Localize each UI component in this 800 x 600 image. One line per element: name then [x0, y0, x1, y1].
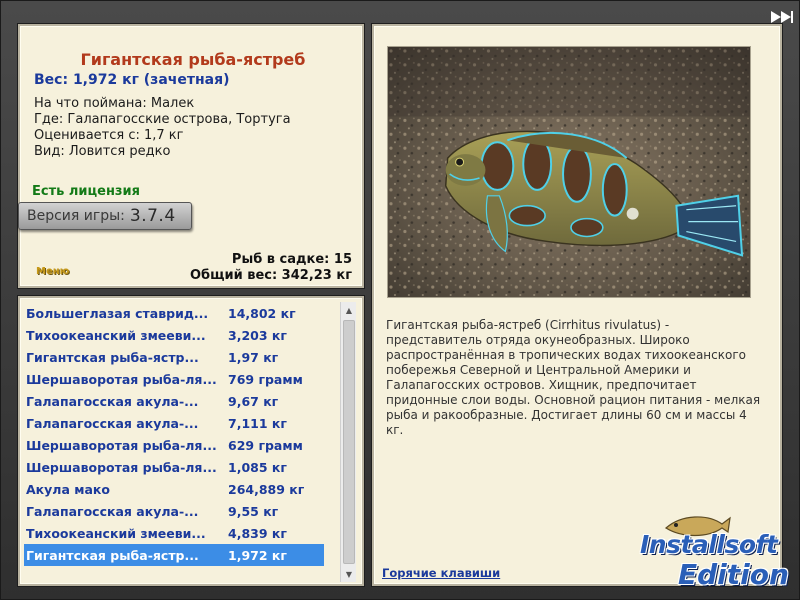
catch-row[interactable]: Большеглазая ставрид... 14,802 кг	[24, 302, 324, 324]
total-weight: Общий вес: 342,23 кг	[189, 268, 352, 283]
fish-description: Гигантская рыба-ястреб (Cirrhitus rivula…	[386, 318, 761, 437]
list-scrollbar[interactable]: ▲ ▼	[340, 302, 356, 582]
catch-row[interactable]: Акула мако 264,889 кг	[24, 478, 324, 500]
scroll-up-icon[interactable]: ▲	[341, 302, 357, 318]
fish-title: Гигантская рыба-ястреб	[80, 50, 306, 69]
fish-photo	[387, 46, 751, 298]
catch-weight: 14,802 кг	[228, 305, 296, 321]
catch-row[interactable]: Шершаворотая рыба-ля... 769 грамм	[24, 368, 324, 390]
value-line: Оценивается с: 1,7 кг	[34, 128, 184, 143]
catch-name: Шершаворотая рыба-ля...	[26, 459, 217, 475]
catch-weight: 1,97 кг	[228, 349, 279, 365]
catch-row[interactable]: Галапагосская акула-... 7,111 кг	[24, 412, 324, 434]
catch-row[interactable]: Гигантская рыба-ястр... 1,97 кг	[24, 346, 324, 368]
catch-name: Галапагосская акула-...	[26, 393, 199, 409]
catch-weight: 3,203 кг	[228, 327, 287, 343]
catch-weight: 9,67 кг	[228, 393, 279, 409]
fish-detail-panel: Гигантская рыба-ястреб (Cirrhitus rivula…	[372, 24, 782, 586]
version-number: 3.7.4	[129, 206, 176, 226]
catch-row[interactable]: Шершаворотая рыба-ля... 1,085 кг	[24, 456, 324, 478]
menu-button[interactable]: Меню	[36, 266, 69, 277]
scroll-thumb[interactable]	[343, 320, 355, 564]
rarity-line: Вид: Ловится редко	[34, 144, 171, 159]
catch-weight: 264,889 кг	[228, 481, 305, 497]
catch-row[interactable]: Шершаворотая рыба-ля... 629 грамм	[24, 434, 324, 456]
fish-weight: Вес: 1,972 кг (зачетная)	[34, 72, 230, 88]
catch-weight: 7,111 кг	[228, 415, 287, 431]
catch-info-panel: Гигантская рыба-ястреб Вес: 1,972 кг (за…	[18, 24, 364, 288]
catch-name: Шершаворотая рыба-ля...	[26, 371, 217, 387]
catch-name: Гигантская рыба-ястр...	[26, 349, 199, 365]
installsoft-logo: Installsoft Edition	[632, 510, 798, 598]
bait-line: На что поймана: Малек	[34, 96, 195, 111]
logo-text-edition: Edition	[678, 558, 789, 591]
fast-forward-icon[interactable]	[770, 10, 794, 24]
catch-name: Тихоокеанский змееви...	[26, 525, 206, 541]
logo-text-installsoft: Installsoft	[640, 530, 778, 559]
catch-list-panel: Большеглазая ставрид... 14,802 кг Тихоокеа…	[18, 296, 364, 586]
catch-weight: 9,55 кг	[228, 503, 279, 519]
catch-name: Большеглазая ставрид...	[26, 305, 209, 321]
location-line: Где: Галапагосские острова, Тортуга	[34, 112, 291, 127]
catch-weight: 629 грамм	[228, 437, 303, 453]
catch-name: Тихоокеанский змееви...	[26, 327, 206, 343]
catch-name: Галапагосская акула-...	[26, 415, 199, 431]
catch-row[interactable]: Тихоокеанский змееви... 4,839 кг	[24, 522, 324, 544]
license-status: Есть лицензия	[32, 184, 140, 199]
catch-weight: 769 грамм	[228, 371, 303, 387]
catch-row[interactable]: Галапагосская акула-... 9,55 кг	[24, 500, 324, 522]
catch-name: Галапагосская акула-...	[26, 503, 199, 519]
catch-row[interactable]: Тихоокеанский змееви... 3,203 кг	[24, 324, 324, 346]
hotkeys-link[interactable]: Горячие клавиши	[382, 566, 500, 580]
catch-name: Гигантская рыба-ястр...	[26, 547, 199, 563]
version-label: Версия игры:	[27, 208, 125, 224]
version-badge: Версия игры: 3.7.4	[18, 202, 192, 230]
scroll-down-icon[interactable]: ▼	[341, 566, 357, 582]
catch-name: Шершаворотая рыба-ля...	[26, 437, 217, 453]
catch-name: Акула мако	[26, 481, 110, 497]
catch-weight: 4,839 кг	[228, 525, 287, 541]
catch-weight: 1,972 кг	[228, 547, 287, 563]
catch-row[interactable]: Галапагосская акула-... 9,67 кг	[24, 390, 324, 412]
cage-count: Рыб в садке: 15	[231, 252, 352, 267]
catch-list[interactable]: Большеглазая ставрид... 14,802 кг Тихоокеа…	[24, 302, 340, 582]
catch-row[interactable]: Гигантская рыба-ястр... 1,972 кг	[24, 544, 324, 566]
catch-weight: 1,085 кг	[228, 459, 287, 475]
